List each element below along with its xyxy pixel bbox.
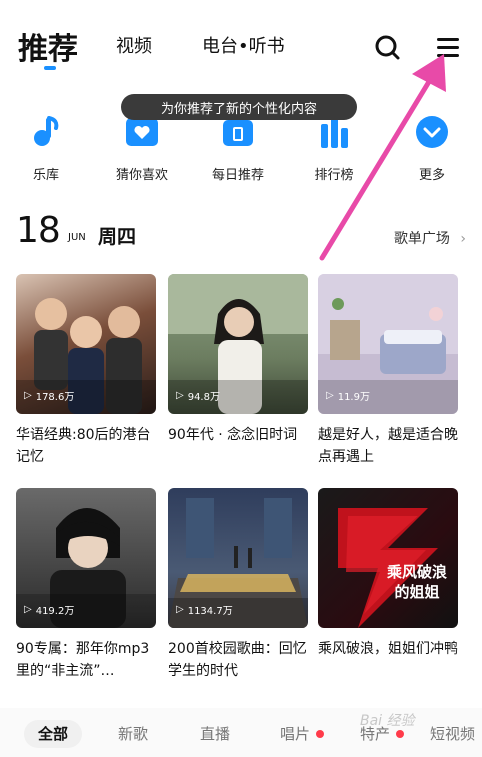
filter-new-songs[interactable]: 新歌 [118, 720, 148, 748]
playlist-cover [318, 488, 458, 628]
top-nav: 推荐 视频 电台•听书 [0, 0, 482, 80]
play-icon: ▷ [24, 604, 32, 615]
filter-label: 短视频 [430, 725, 476, 743]
category-filter-bar: 全部 新歌 直播 唱片 特产 短视频 Bai 经验 [0, 708, 482, 757]
shortcut-guess-you-like[interactable]: 猜你喜欢 [102, 114, 182, 183]
play-count-value: 11.9万 [337, 392, 370, 403]
filter-label: 直播 [200, 725, 231, 743]
playlist-square-link[interactable]: 歌单广场 › [394, 228, 466, 248]
play-count: ▷ 419.2万 [24, 602, 74, 617]
play-icon: ▷ [24, 390, 32, 401]
shortcut-more[interactable]: 更多 [392, 114, 472, 183]
play-count-value: 178.6万 [35, 392, 75, 403]
playlist-title: 90年代 · 念念旧时词 [168, 427, 298, 443]
playlist-title: 90专属：那年你mp3里的“非主流”… [16, 641, 150, 679]
date-month: JUN [68, 232, 86, 243]
tab-radio-audiobook[interactable]: 电台•听书 [202, 32, 285, 58]
filter-albums[interactable]: 唱片 [280, 720, 325, 748]
play-count: ▷ 1134.7万 [176, 602, 233, 617]
tab-video[interactable]: 视频 [116, 32, 152, 58]
playlist-square-label: 歌单广场 [393, 231, 450, 247]
play-count-value: 419.2万 [35, 606, 75, 617]
filter-label: 全部 [38, 725, 69, 743]
date-day: 18 [16, 210, 61, 251]
play-icon: ▷ [326, 390, 334, 401]
playlist-title: 200首校园歌曲：回忆学生的时代 [168, 641, 307, 679]
chevron-right-icon: › [460, 231, 466, 247]
playlist-title: 越是好人，越是适合晚点再遇上 [318, 427, 458, 465]
chevron-down-circle-icon [414, 114, 450, 150]
play-count: ▷ 11.9万 [326, 388, 370, 403]
active-tab-indicator [44, 66, 56, 70]
filter-all[interactable]: 全部 [24, 720, 83, 748]
playlist-title: 华语经典:80后的港台记忆 [16, 427, 151, 465]
play-count: ▷ 178.6万 [24, 388, 74, 403]
play-count-value: 1134.7万 [187, 606, 233, 617]
shortcut-label: 乐库 [32, 168, 59, 183]
filter-short-video[interactable]: 短视频 [430, 720, 475, 748]
shortcut-daily-recommend[interactable]: 每日推荐 [198, 114, 278, 183]
poster-text: 乘风破浪 的姐姐 [386, 563, 447, 601]
play-count-value: 94.8万 [187, 392, 220, 403]
menu-icon[interactable] [434, 34, 462, 62]
shortcut-label: 更多 [418, 168, 445, 183]
new-badge-dot [316, 730, 325, 738]
shortcut-row: 乐库 猜你喜欢 每日推荐 排行榜 更多 [0, 114, 482, 184]
watermark: Bai 经验 [360, 713, 415, 729]
date-header: 18 JUN 周四 歌单广场 › [16, 210, 466, 254]
play-count: ▷ 94.8万 [176, 388, 220, 403]
search-icon[interactable] [374, 34, 402, 62]
new-badge-dot [396, 730, 405, 738]
shortcut-label: 猜你喜欢 [115, 168, 168, 183]
shortcut-music-library[interactable]: 乐库 [6, 114, 86, 183]
date-weekday: 周四 [98, 226, 137, 248]
filter-live[interactable]: 直播 [200, 720, 230, 748]
music-note-icon [28, 114, 64, 150]
filter-label: 新歌 [118, 725, 149, 743]
playlist-title: 乘风破浪，姐姐们冲鸭 [318, 641, 458, 657]
play-icon: ▷ [176, 390, 184, 401]
shortcut-label: 排行榜 [314, 168, 354, 183]
filter-label: 唱片 [280, 725, 311, 743]
personalized-toast: 为你推荐了新的个性化内容 [121, 94, 357, 120]
play-icon: ▷ [176, 604, 184, 615]
tab-recommend[interactable]: 推荐 [18, 24, 78, 68]
shortcut-rankings[interactable]: 排行榜 [294, 114, 374, 183]
shortcut-label: 每日推荐 [211, 168, 264, 183]
